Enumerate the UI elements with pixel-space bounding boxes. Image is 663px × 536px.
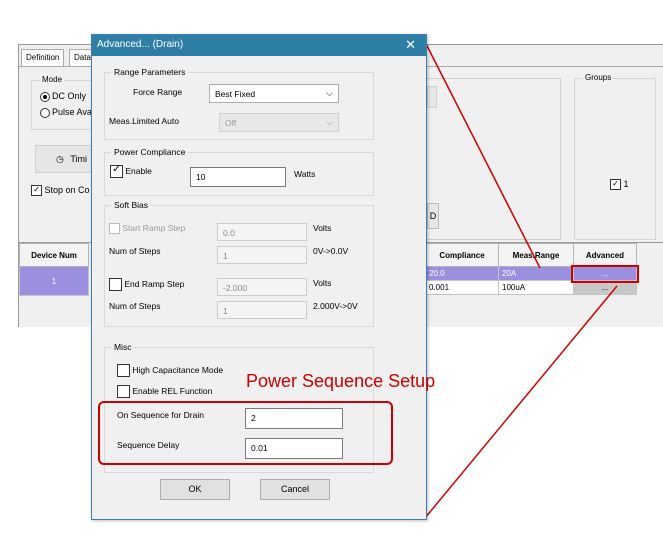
compliance-unit: Watts: [294, 169, 316, 179]
force-range-select[interactable]: Best Fixed ⌵: [209, 84, 339, 103]
cancel-button[interactable]: Cancel: [260, 479, 330, 500]
num-steps-label-2: Num of Steps: [109, 301, 161, 311]
enable-checkbox[interactable]: ✓ Enable: [110, 165, 152, 178]
num-steps-input[interactable]: 1: [217, 246, 307, 264]
group-label: Misc: [111, 342, 135, 352]
power-compliance-group: Power Compliance ✓ Enable 10 Watts: [104, 147, 374, 196]
dialog-titlebar: Advanced... (Drain) ✕: [92, 35, 426, 56]
dialog-title: Advanced... (Drain): [97, 39, 184, 50]
start-ramp-checkbox[interactable]: Start Ramp Step: [109, 223, 185, 235]
checkbox-icon: [117, 385, 130, 398]
num-steps-input-2[interactable]: 1: [217, 301, 307, 319]
start-ramp-input[interactable]: 0.0: [217, 223, 307, 241]
close-icon[interactable]: ✕: [405, 37, 416, 53]
end-ramp-input[interactable]: -2.000: [217, 278, 307, 296]
checkbox-icon: [109, 278, 122, 291]
num-steps-label: Num of Steps: [109, 246, 161, 256]
steps-note: 0V->0.0V: [313, 246, 349, 256]
group-label: Soft Bias: [111, 200, 152, 210]
highlight-box: [98, 401, 393, 465]
range-parameters-group: Range Parameters Force Range Best Fixed …: [104, 67, 374, 140]
checkbox-icon: [109, 223, 120, 235]
high-cap-checkbox[interactable]: High Capacitance Mode: [117, 364, 223, 377]
chevron-down-icon: ⌵: [326, 88, 333, 98]
end-ramp-unit: Volts: [313, 278, 332, 288]
group-label: Power Compliance: [111, 147, 189, 157]
chevron-down-icon: ⌵: [326, 117, 333, 127]
steps2-note: 2.000V->0V: [313, 301, 358, 311]
start-ramp-unit: Volts: [313, 223, 332, 233]
force-range-label: Force Range: [133, 87, 183, 97]
rel-function-checkbox[interactable]: Enable REL Function: [117, 385, 212, 398]
end-ramp-checkbox[interactable]: End Ramp Step: [109, 278, 184, 291]
checkbox-icon: [117, 364, 130, 377]
meas-auto-select[interactable]: Off ⌵: [219, 113, 339, 132]
annotation-label: Power Sequence Setup: [246, 371, 436, 391]
compliance-input[interactable]: 10: [190, 167, 286, 187]
checkbox-checked-icon: ✓: [110, 165, 123, 178]
callout-line-top: [420, 33, 541, 269]
ok-button[interactable]: OK: [160, 479, 230, 500]
group-label: Range Parameters: [111, 67, 189, 77]
advanced-dialog: Advanced... (Drain) ✕ Range Parameters F…: [91, 34, 427, 520]
soft-bias-group: Soft Bias Start Ramp Step 0.0 Volts Num …: [104, 200, 374, 327]
callout-line-bottom: [424, 285, 618, 519]
meas-auto-label: Meas.Limited Auto: [109, 116, 179, 126]
